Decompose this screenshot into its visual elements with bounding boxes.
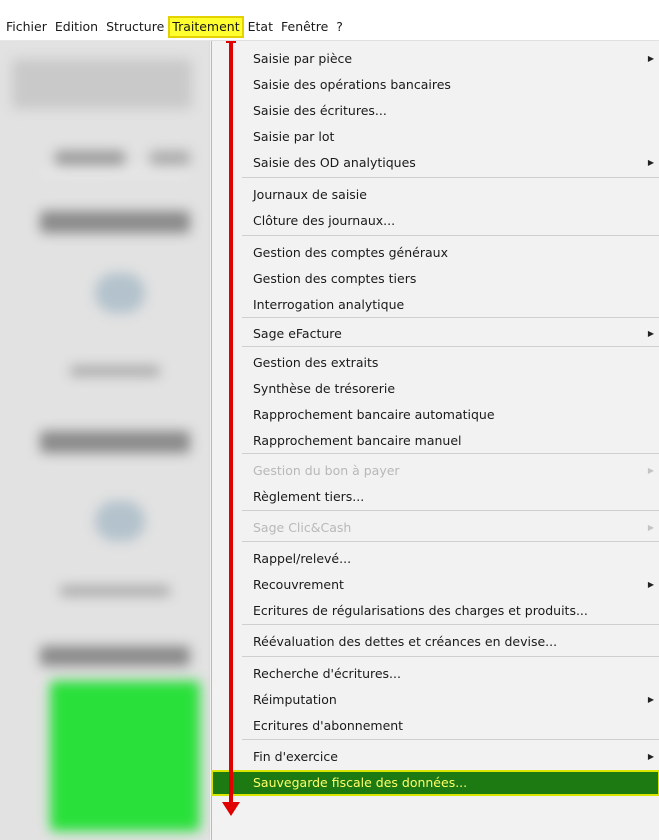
menu-item: Gestion du bon à payer ▶ <box>242 458 659 484</box>
menu-etat[interactable]: Etat <box>244 16 277 38</box>
traitement-dropdown-menu: Saisie par pièce ▶ Saisie des opérations b… <box>211 41 659 840</box>
blurred-app-background <box>0 41 210 840</box>
menu-item-label: Rapprochement bancaire automatique <box>253 407 495 422</box>
menu-bar: Fichier Edition Structure Traitement Eta… <box>0 14 659 41</box>
menu-item-label: Recherche d'écritures... <box>253 666 401 681</box>
menu-item-label: Saisie des OD analytiques <box>253 155 416 170</box>
menu-item[interactable]: Gestion des comptes tiers <box>242 266 659 292</box>
menu-item[interactable]: Ecritures d'abonnement <box>242 713 659 739</box>
menu-item[interactable]: Fin d'exercice ▶ <box>242 744 659 770</box>
menu-item-label: Sage Clic&Cash <box>253 520 352 535</box>
menu-item-label: Sage eFacture <box>253 326 342 341</box>
menu-item[interactable]: Clôture des journaux... <box>242 208 659 234</box>
chevron-right-icon: ▶ <box>647 466 654 475</box>
menu-item-label: Réévaluation des dettes et créances en d… <box>253 634 558 649</box>
menu-fichier[interactable]: Fichier <box>0 16 51 38</box>
chevron-right-icon: ▶ <box>647 695 654 704</box>
menu-item[interactable]: Réimputation ▶ <box>242 687 659 713</box>
menu-item-label: Interrogation analytique <box>253 297 405 312</box>
menu-item[interactable]: Gestion des extraits <box>242 350 659 376</box>
menu-item-label: Sauvegarde fiscale des données... <box>253 775 468 790</box>
menu-edition[interactable]: Edition <box>51 16 102 38</box>
menu-fenetre[interactable]: Fenêtre <box>277 16 332 38</box>
menu-item[interactable]: Journaux de saisie <box>242 182 659 208</box>
menu-item[interactable]: Sage eFacture ▶ <box>242 321 659 347</box>
menu-item-label: Gestion des comptes tiers <box>253 271 417 286</box>
menu-item-label: Rapprochement bancaire manuel <box>253 433 462 448</box>
menu-separator <box>242 624 659 625</box>
menu-separator <box>242 235 659 236</box>
chevron-right-icon: ▶ <box>647 158 654 167</box>
menu-item-label: Clôture des journaux... <box>253 213 396 228</box>
menu-help[interactable]: ? <box>332 16 347 38</box>
menu-item-label: Saisie des écritures... <box>253 103 387 118</box>
menu-traitement[interactable]: Traitement <box>168 16 244 38</box>
menu-item-label: Journaux de saisie <box>253 187 367 202</box>
menu-item[interactable]: Gestion des comptes généraux <box>242 240 659 266</box>
menu-item-label: Saisie des opérations bancaires <box>253 77 451 92</box>
menu-item[interactable]: Saisie par pièce ▶ <box>242 46 659 72</box>
menu-item[interactable]: Règlement tiers... <box>242 484 659 510</box>
red-arrow-down-icon <box>222 802 240 816</box>
menu-item-label: Saisie par pièce <box>253 51 353 66</box>
menu-item[interactable]: Interrogation analytique <box>242 292 659 318</box>
menu-item[interactable]: Saisie des OD analytiques ▶ <box>242 150 659 176</box>
menu-item[interactable]: Synthèse de trésorerie <box>242 376 659 402</box>
menu-item-label: Ecritures d'abonnement <box>253 718 404 733</box>
menu-item[interactable]: Saisie par lot <box>242 124 659 150</box>
chevron-right-icon: ▶ <box>647 54 654 63</box>
menu-item-label: Ecritures de régularisations des charges… <box>253 603 588 618</box>
chevron-right-icon: ▶ <box>647 329 654 338</box>
menu-separator <box>242 177 659 178</box>
menu-item[interactable]: Sauvegarde fiscale des données... <box>211 770 659 796</box>
chevron-right-icon: ▶ <box>647 752 654 761</box>
menu-separator <box>242 541 659 542</box>
chevron-right-icon: ▶ <box>647 580 654 589</box>
menu-separator <box>242 656 659 657</box>
menu-item[interactable]: Saisie des opérations bancaires <box>242 72 659 98</box>
menu-structure[interactable]: Structure <box>102 16 168 38</box>
menu-item-label: Fin d'exercice <box>253 749 338 764</box>
menu-item-label: Synthèse de trésorerie <box>253 381 396 396</box>
menu-item[interactable]: Ecritures de régularisations des charges… <box>242 598 659 624</box>
menu-item[interactable]: Saisie des écritures... <box>242 98 659 124</box>
menu-item-label: Règlement tiers... <box>253 489 365 504</box>
menu-item-label: Recouvrement <box>253 577 344 592</box>
menu-item[interactable]: Recouvrement ▶ <box>242 572 659 598</box>
menu-item[interactable]: Rapprochement bancaire manuel <box>242 428 659 454</box>
menu-separator <box>242 510 659 511</box>
menu-separator <box>242 739 659 740</box>
menu-item-label: Gestion des extraits <box>253 355 379 370</box>
menu-item[interactable]: Rappel/relevé... <box>242 546 659 572</box>
menu-item[interactable]: Réévaluation des dettes et créances en d… <box>242 629 659 655</box>
menu-item[interactable]: Recherche d'écritures... <box>242 661 659 687</box>
menu-item-label: Gestion des comptes généraux <box>253 245 448 260</box>
menu-gutter <box>212 41 242 840</box>
menu-item: Sage Clic&Cash ▶ <box>242 515 659 541</box>
menu-item-label: Saisie par lot <box>253 129 335 144</box>
menu-item[interactable]: Rapprochement bancaire automatique <box>242 402 659 428</box>
annotation-arrow-line <box>229 41 233 809</box>
menu-item-label: Réimputation <box>253 692 337 707</box>
menu-item-label: Gestion du bon à payer <box>253 463 400 478</box>
menu-item-label: Rappel/relevé... <box>253 551 352 566</box>
chevron-right-icon: ▶ <box>647 523 654 532</box>
